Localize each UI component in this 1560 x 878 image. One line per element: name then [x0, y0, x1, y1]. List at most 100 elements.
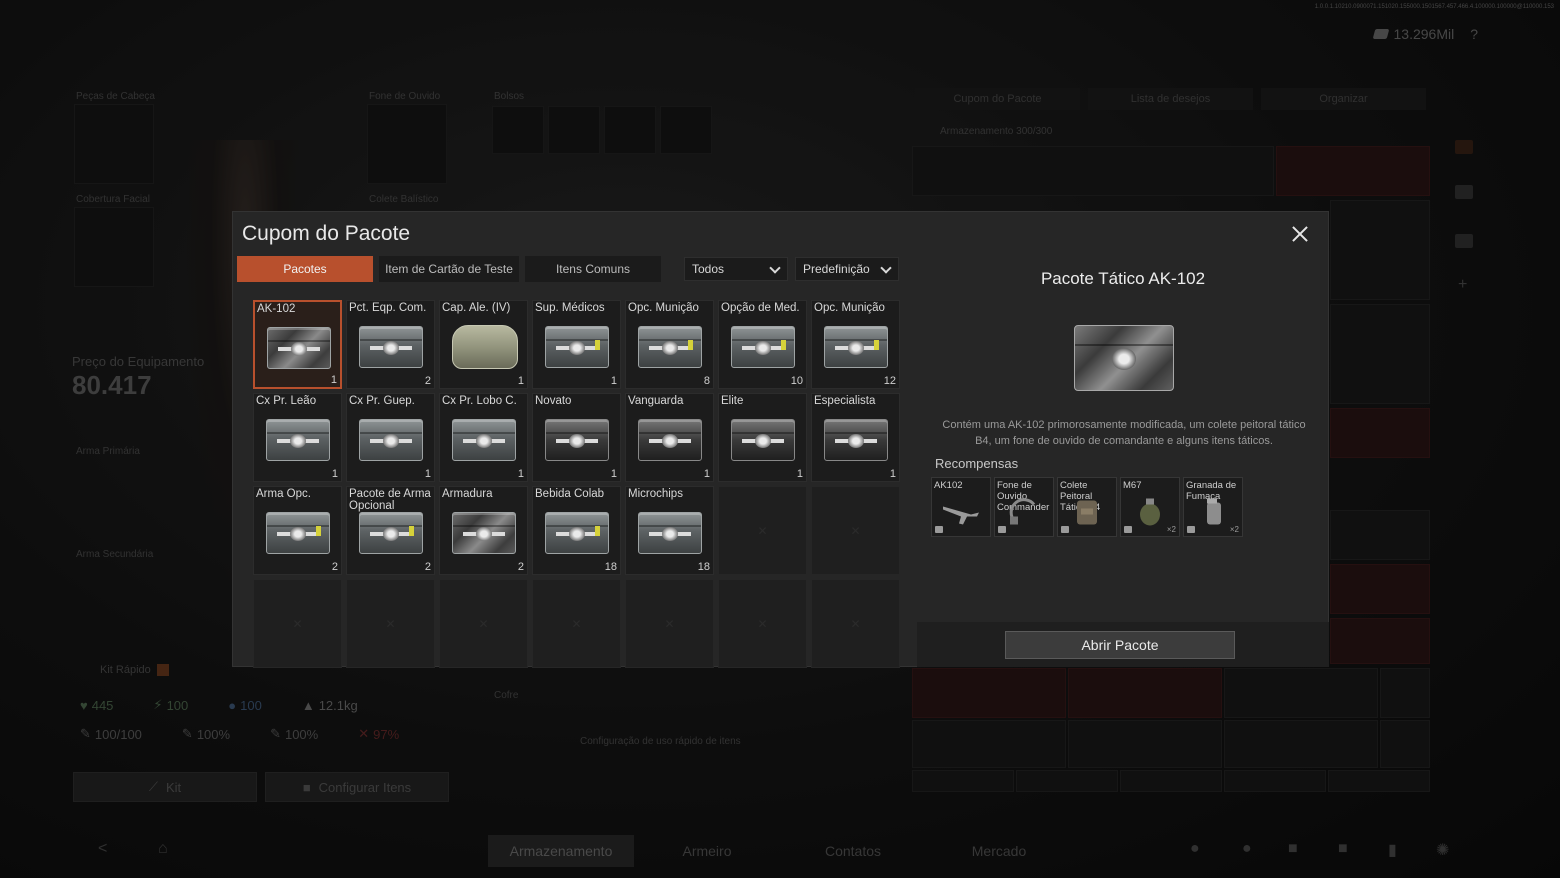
empty-slot	[811, 579, 900, 668]
package-item[interactable]: Cx Pr. Leão 1	[253, 393, 342, 482]
package-item[interactable]: Opção de Med. 10	[718, 300, 807, 389]
reward-item[interactable]: M67 ×2	[1120, 477, 1180, 537]
latch-icon	[595, 340, 600, 350]
close-icon[interactable]	[1288, 222, 1312, 246]
package-item-qty: 2	[331, 561, 338, 573]
package-item-qty: 18	[697, 561, 710, 573]
package-item[interactable]: Sup. Médicos 1	[532, 300, 621, 389]
empty-slot	[718, 579, 807, 668]
emblem-icon	[848, 434, 864, 448]
tab-test-card-item[interactable]: Item de Cartão de Teste	[379, 256, 519, 282]
crate-icon	[545, 326, 609, 368]
package-item-name: Microchips	[628, 488, 683, 500]
crate-icon	[452, 419, 516, 461]
package-item[interactable]: Cx Pr. Lobo C. 1	[439, 393, 528, 482]
empty-slot	[532, 579, 621, 668]
package-item[interactable]: Vanguarda 1	[625, 393, 714, 482]
rewards-list: AK102 Fone de Ouvido Commander Colete Peit…	[931, 477, 1243, 537]
package-detail-title: Pacote Tático AK-102	[1040, 269, 1206, 288]
package-item[interactable]: Cap. Ale. (IV) 1	[439, 300, 528, 389]
package-item-qty: 10	[790, 375, 803, 387]
empty-slot	[439, 579, 528, 668]
package-item-name: Novato	[535, 395, 572, 407]
emblem-icon	[662, 341, 678, 355]
empty-slot	[253, 579, 342, 668]
bag-icon	[452, 325, 518, 369]
package-item[interactable]: Arma Opc. 2	[253, 486, 342, 575]
sort-value: Predefinição	[803, 262, 870, 276]
open-package-button[interactable]: Abrir Pacote	[1005, 631, 1235, 659]
package-item-name: Armadura	[442, 488, 493, 500]
emblem-icon	[755, 341, 771, 355]
package-item-qty: 1	[703, 468, 710, 480]
latch-icon	[595, 526, 600, 536]
reward-item[interactable]: Granada de Fumaça ×2	[1183, 477, 1243, 537]
emblem-icon	[569, 341, 585, 355]
package-item[interactable]: Pct. Eqp. Com. 2	[346, 300, 435, 389]
package-item[interactable]: Cx Pr. Guep. 1	[346, 393, 435, 482]
package-item-name: Arma Opc.	[256, 488, 311, 500]
crate-icon	[824, 326, 888, 368]
emblem-icon	[662, 527, 678, 541]
package-item[interactable]: Elite 1	[718, 393, 807, 482]
package-item[interactable]: Armadura 2	[439, 486, 528, 575]
package-item[interactable]: Especialista 1	[811, 393, 900, 482]
bind-status-icon	[1061, 526, 1069, 533]
package-item[interactable]: Pacote de Arma Opcional 2	[346, 486, 435, 575]
package-item[interactable]: AK-102 1	[253, 300, 342, 389]
sort-dropdown[interactable]: Predefinição	[795, 257, 899, 281]
crate-icon	[638, 419, 702, 461]
crate-icon	[266, 512, 330, 554]
reward-item[interactable]: Colete Peitoral Tático B4	[1057, 477, 1117, 537]
smoke-grenade-icon	[1193, 497, 1233, 532]
package-item-qty: 12	[883, 375, 896, 387]
bind-status-icon	[935, 526, 943, 533]
crate-icon	[545, 419, 609, 461]
package-item-name: Bebida Colab	[535, 488, 605, 500]
package-item-qty: 2	[424, 375, 431, 387]
empty-slot	[625, 579, 714, 668]
package-item-name: Opc. Munição	[814, 302, 885, 314]
package-item[interactable]: Microchips 18	[625, 486, 714, 575]
package-item-qty: 8	[703, 375, 710, 387]
crate-icon	[266, 419, 330, 461]
filter-dropdown[interactable]: Todos	[684, 257, 788, 281]
package-item-qty: 1	[610, 468, 617, 480]
emblem-icon	[383, 434, 399, 448]
package-item[interactable]: Opc. Munição 12	[811, 300, 900, 389]
reward-item[interactable]: Fone de Ouvido Commander	[994, 477, 1054, 537]
package-item-qty: 1	[330, 374, 337, 386]
latch-icon	[688, 340, 693, 350]
package-item-name: AK-102	[257, 303, 296, 315]
tab-common-items[interactable]: Itens Comuns	[525, 256, 661, 282]
package-item-name: Opc. Munição	[628, 302, 699, 314]
emblem-icon	[662, 434, 678, 448]
crate-icon	[359, 326, 423, 368]
empty-slot	[718, 486, 807, 575]
package-item[interactable]: Opc. Munição 8	[625, 300, 714, 389]
crate-icon	[638, 326, 702, 368]
package-item-qty: 1	[517, 468, 524, 480]
package-item-name: Pct. Eqp. Com.	[349, 302, 427, 314]
latch-icon	[409, 526, 414, 536]
package-item[interactable]: Bebida Colab 18	[532, 486, 621, 575]
package-item-qty: 1	[796, 468, 803, 480]
package-crate-image	[1074, 325, 1174, 391]
package-item-name: Vanguarda	[628, 395, 684, 407]
package-item-qty: 1	[889, 468, 896, 480]
package-item-name: Sup. Médicos	[535, 302, 605, 314]
emblem-icon	[476, 434, 492, 448]
package-item[interactable]: Novato 1	[532, 393, 621, 482]
reward-multiplier: ×2	[1229, 525, 1239, 534]
modal-tabs: Pacotes Item de Cartão de Teste Itens Co…	[237, 256, 661, 282]
reward-item-name: M67	[1123, 480, 1142, 491]
package-item-qty: 18	[604, 561, 617, 573]
crate-icon	[359, 419, 423, 461]
reward-multiplier: ×2	[1166, 525, 1176, 534]
tab-packages[interactable]: Pacotes	[237, 256, 373, 282]
package-description: Contém uma AK-102 primorosamente modific…	[942, 419, 1306, 447]
package-item-name: Cap. Ale. (IV)	[442, 302, 511, 314]
reward-item[interactable]: AK102	[931, 477, 991, 537]
package-item-name: Cx Pr. Guep.	[349, 395, 415, 407]
package-item-name: Cx Pr. Leão	[256, 395, 317, 407]
